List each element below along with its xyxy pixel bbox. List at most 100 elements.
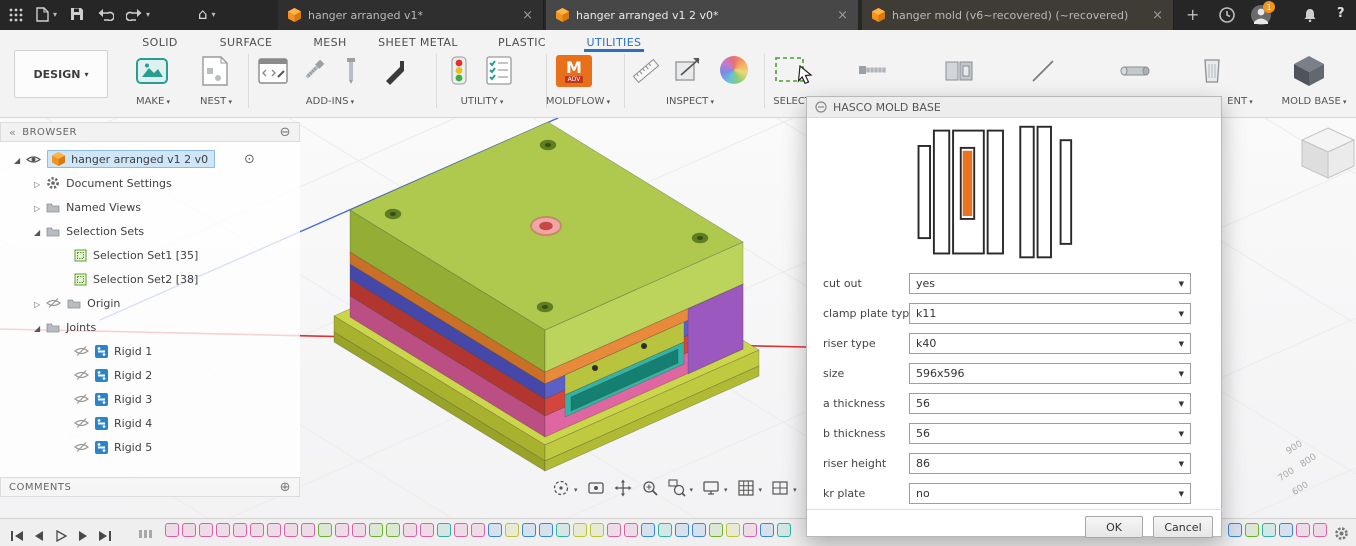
comments-panel[interactable]: COMMENTS bbox=[0, 477, 300, 497]
scripts-addins-icon[interactable] bbox=[258, 58, 288, 84]
viewports-icon[interactable] bbox=[771, 479, 789, 501]
grid-caret-icon[interactable]: ▾ bbox=[759, 486, 763, 494]
timeline-step-forward-button[interactable] bbox=[76, 527, 90, 546]
group-label-inspect[interactable]: INSPECT bbox=[666, 96, 714, 107]
timeline-feature-icon[interactable] bbox=[556, 523, 570, 537]
timeline-feature-icon[interactable] bbox=[233, 523, 247, 537]
help-icon[interactable]: ? bbox=[1337, 6, 1345, 21]
expander-closed-icon[interactable] bbox=[34, 201, 40, 214]
root-component-selected[interactable]: hanger arranged v1 2 v0 bbox=[47, 150, 216, 168]
ribbon-tab-plastic[interactable]: PLASTIC bbox=[498, 36, 546, 49]
cut-out-dropdown[interactable]: yes bbox=[909, 273, 1191, 294]
mold-base-cube-icon[interactable] bbox=[1292, 54, 1326, 88]
timeline-feature-icon[interactable] bbox=[250, 523, 264, 537]
clamp-plate-type-dropdown[interactable]: k11 bbox=[909, 303, 1191, 324]
timeline-feature-icon[interactable] bbox=[1313, 523, 1327, 537]
pin-cylinder-icon[interactable] bbox=[1120, 64, 1150, 78]
save-icon[interactable] bbox=[70, 7, 84, 21]
screw-component-icon[interactable] bbox=[858, 62, 888, 78]
sprue-bushing-icon[interactable] bbox=[1202, 56, 1222, 84]
timeline-feature-icon[interactable] bbox=[726, 523, 740, 537]
zoom-window-icon[interactable] bbox=[667, 479, 686, 501]
timeline-feature-icon[interactable] bbox=[1262, 523, 1276, 537]
visibility-off-icon[interactable] bbox=[74, 441, 89, 453]
visibility-off-icon[interactable] bbox=[46, 297, 62, 309]
browser-row-selection-set2[interactable]: Selection Set2 [38] bbox=[0, 268, 300, 290]
timeline-feature-icon[interactable] bbox=[522, 523, 536, 537]
group-label-utility[interactable]: UTILITY bbox=[461, 96, 504, 107]
pan-icon[interactable] bbox=[614, 479, 632, 501]
add-comment-icon[interactable] bbox=[280, 480, 291, 495]
orbit-caret-icon[interactable]: ▾ bbox=[574, 486, 578, 494]
timeline-feature-icon[interactable] bbox=[573, 523, 587, 537]
timeline-feature-icon[interactable] bbox=[335, 523, 349, 537]
timeline-feature-icon[interactable] bbox=[607, 523, 621, 537]
nest-icon[interactable] bbox=[202, 56, 228, 86]
expander-open-icon[interactable] bbox=[14, 153, 20, 166]
tab-close-icon[interactable] bbox=[1152, 9, 1163, 22]
display-settings-icon[interactable] bbox=[702, 479, 720, 501]
timeline-feature-icon[interactable] bbox=[182, 523, 196, 537]
zoom-icon[interactable] bbox=[641, 479, 659, 501]
group-label-addins[interactable]: ADD-INS bbox=[306, 96, 354, 107]
avatar[interactable]: 1 bbox=[1250, 1, 1275, 26]
group-label-make[interactable]: MAKE bbox=[136, 96, 170, 107]
dialog-titlebar[interactable]: HASCO MOLD BASE bbox=[807, 97, 1221, 118]
timeline-feature-icon[interactable] bbox=[658, 523, 672, 537]
browser-row-rigid2[interactable]: Rigid 2 bbox=[0, 364, 300, 386]
collapse-browser-icon[interactable] bbox=[9, 126, 16, 139]
visibility-eye-icon[interactable] bbox=[26, 154, 42, 165]
ribbon-tab-solid[interactable]: SOLID bbox=[142, 36, 177, 49]
ribbon-tab-sheet-metal[interactable]: SHEET METAL bbox=[378, 36, 458, 49]
browser-row-joints[interactable]: Joints bbox=[0, 316, 300, 338]
browser-row-rigid3[interactable]: Rigid 3 bbox=[0, 388, 300, 410]
expander-open-icon[interactable] bbox=[34, 225, 40, 238]
timeline-feature-icon[interactable] bbox=[403, 523, 417, 537]
plates-icon[interactable] bbox=[944, 58, 974, 84]
timeline-feature-icon[interactable] bbox=[709, 523, 723, 537]
timeline-feature-icon[interactable] bbox=[386, 523, 400, 537]
browser-row-rigid1[interactable]: Rigid 1 bbox=[0, 340, 300, 362]
workspace-selector[interactable]: DESIGN bbox=[14, 50, 108, 98]
timeline-feature-icon[interactable] bbox=[165, 523, 179, 537]
bolt-icon[interactable] bbox=[298, 56, 328, 86]
browser-row-root[interactable]: hanger arranged v1 2 v0 bbox=[0, 148, 300, 170]
timeline-play-button[interactable] bbox=[54, 527, 68, 546]
timeline-feature-icon[interactable] bbox=[675, 523, 689, 537]
group-label-moldbase[interactable]: MOLD BASE bbox=[1281, 96, 1346, 107]
redo-icon[interactable] bbox=[126, 7, 150, 21]
timeline-feature-icon[interactable] bbox=[318, 523, 332, 537]
timeline-feature-icon[interactable] bbox=[539, 523, 553, 537]
timeline-step-back-button[interactable] bbox=[32, 527, 46, 546]
viewports-caret-icon[interactable]: ▾ bbox=[793, 486, 797, 494]
activate-component-radio[interactable] bbox=[244, 152, 255, 167]
measure-ruler-icon[interactable] bbox=[630, 55, 662, 87]
browser-row-rigid5[interactable]: Rigid 5 bbox=[0, 436, 300, 458]
kr-plate-dropdown[interactable]: no bbox=[909, 483, 1191, 504]
tab-close-icon[interactable] bbox=[522, 9, 533, 22]
timeline-skip-end-button[interactable] bbox=[98, 527, 112, 546]
document-tab[interactable]: hanger mold (v6~recovered) (~recovered) bbox=[862, 0, 1174, 30]
timeline-feature-icon[interactable] bbox=[1279, 523, 1293, 537]
ribbon-tab-surface[interactable]: SURFACE bbox=[220, 36, 273, 49]
visibility-off-icon[interactable] bbox=[74, 369, 89, 381]
timeline-feature-icon[interactable] bbox=[216, 523, 230, 537]
display-caret-icon[interactable]: ▾ bbox=[724, 486, 728, 494]
riser-type-dropdown[interactable]: k40 bbox=[909, 333, 1191, 354]
undo-icon[interactable] bbox=[98, 7, 114, 21]
section-analysis-icon[interactable] bbox=[674, 56, 704, 84]
timeline-feature-icon[interactable] bbox=[641, 523, 655, 537]
orbit-icon[interactable] bbox=[552, 479, 570, 501]
expander-closed-icon[interactable] bbox=[34, 297, 40, 310]
document-tab[interactable]: hanger arranged v1* bbox=[278, 0, 544, 30]
timeline-feature-icon[interactable] bbox=[199, 523, 213, 537]
home-icon[interactable]: ⌂ bbox=[198, 5, 216, 23]
timeline-feature-icon[interactable] bbox=[437, 523, 451, 537]
browser-row-rigid4[interactable]: Rigid 4 bbox=[0, 412, 300, 434]
document-tab-active[interactable]: hanger arranged v1 2 v0* bbox=[546, 0, 858, 30]
grid-snap-icon[interactable] bbox=[737, 479, 755, 501]
timeline-feature-icon[interactable] bbox=[1228, 523, 1242, 537]
browser-row-selection-set1[interactable]: Selection Set1 [35] bbox=[0, 244, 300, 266]
timeline-feature-icon[interactable] bbox=[488, 523, 502, 537]
appearance-rainbow-icon[interactable] bbox=[720, 56, 748, 84]
